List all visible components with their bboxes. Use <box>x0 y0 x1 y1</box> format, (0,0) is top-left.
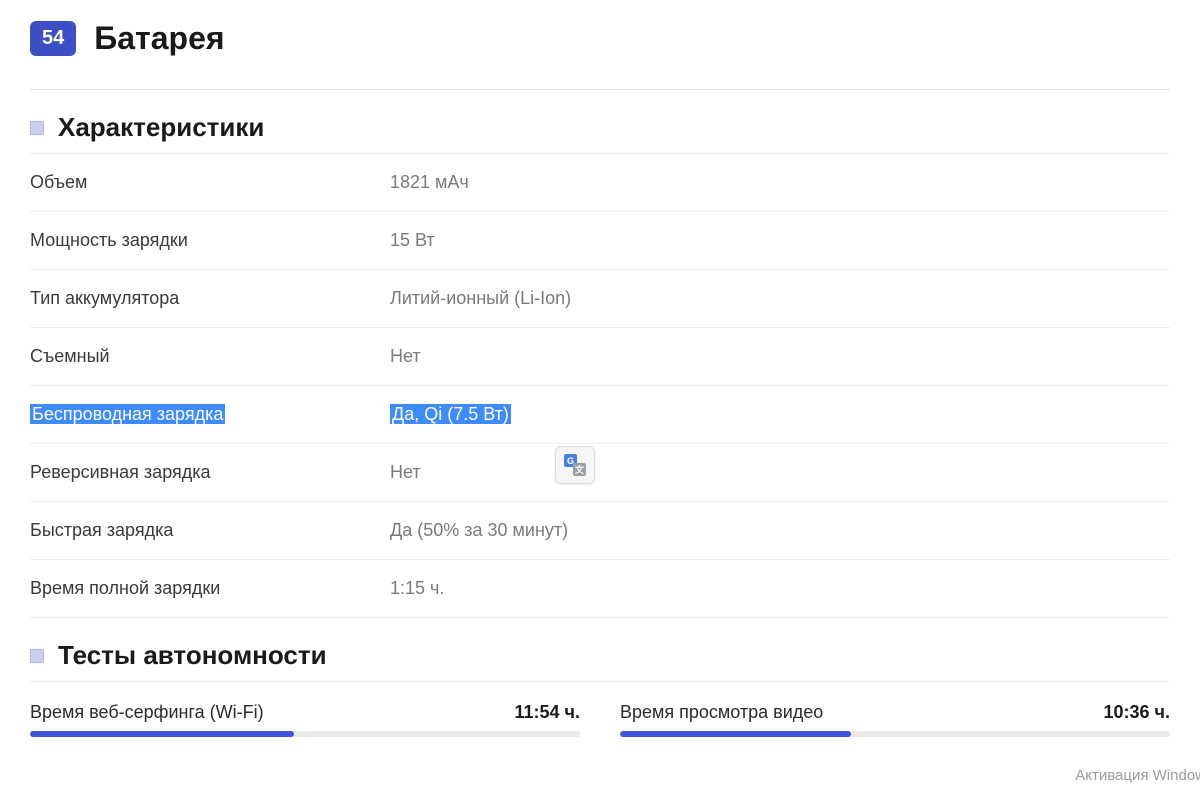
selected-text: Да, Qi (7.5 Вт) <box>390 404 511 424</box>
spec-value: 1:15 ч. <box>390 578 444 599</box>
section-title: Характеристики <box>58 112 264 143</box>
section-heading-tests: Тесты автономности <box>30 617 1170 681</box>
test-value: 10:36 ч. <box>1104 702 1171 723</box>
autonomy-tests: Время веб-серфинга (Wi-Fi) 11:54 ч. Врем… <box>30 681 1170 737</box>
windows-activation-watermark: Активация Window <box>1075 767 1200 784</box>
selected-text: Беспроводная зарядка <box>30 404 225 424</box>
test-item: Время просмотра видео 10:36 ч. <box>620 702 1170 737</box>
score-badge: 54 <box>30 21 76 56</box>
test-label: Время веб-серфинга (Wi-Fi) <box>30 702 264 723</box>
spec-value: 15 Вт <box>390 230 435 251</box>
spec-value: Нет <box>390 346 421 367</box>
table-row: Мощность зарядки 15 Вт <box>30 211 1170 269</box>
table-row: Быстрая зарядка Да (50% за 30 минут) <box>30 501 1170 559</box>
spec-value: Литий-ионный (Li-Ion) <box>390 288 571 309</box>
table-row: Тип аккумулятора Литий-ионный (Li-Ion) <box>30 269 1170 327</box>
spec-label: Съемный <box>30 346 390 367</box>
section-header: 54 Батарея <box>30 20 1170 79</box>
test-item: Время веб-серфинга (Wi-Fi) 11:54 ч. <box>30 702 580 737</box>
spec-value: Да, Qi (7.5 Вт) <box>390 404 511 425</box>
spec-label: Тип аккумулятора <box>30 288 390 309</box>
spec-value: Да (50% за 30 минут) <box>390 520 568 541</box>
square-bullet-icon <box>30 121 44 135</box>
section-title: Тесты автономности <box>58 640 327 671</box>
spec-label: Время полной зарядки <box>30 578 390 599</box>
square-bullet-icon <box>30 649 44 663</box>
section-heading-characteristics: Характеристики <box>30 90 1170 153</box>
spec-value: Нет <box>390 462 421 483</box>
spec-label: Объем <box>30 172 390 193</box>
test-value: 11:54 ч. <box>515 702 581 723</box>
progress-bar <box>30 731 580 737</box>
spec-label: Мощность зарядки <box>30 230 390 251</box>
table-row: Время полной зарядки 1:15 ч. <box>30 559 1170 617</box>
table-row: Беспроводная зарядка Да, Qi (7.5 Вт) G 文 <box>30 385 1170 443</box>
table-row: Съемный Нет <box>30 327 1170 385</box>
spec-label: Беспроводная зарядка <box>30 404 390 425</box>
table-row: Объем 1821 мАч <box>30 153 1170 211</box>
progress-bar <box>620 731 1170 737</box>
spec-value: 1821 мАч <box>390 172 469 193</box>
test-label: Время просмотра видео <box>620 702 823 723</box>
progress-fill <box>30 731 294 737</box>
table-row: Реверсивная зарядка Нет <box>30 443 1170 501</box>
spec-label: Реверсивная зарядка <box>30 462 390 483</box>
page-title: Батарея <box>94 20 224 57</box>
spec-label: Быстрая зарядка <box>30 520 390 541</box>
progress-fill <box>620 731 851 737</box>
